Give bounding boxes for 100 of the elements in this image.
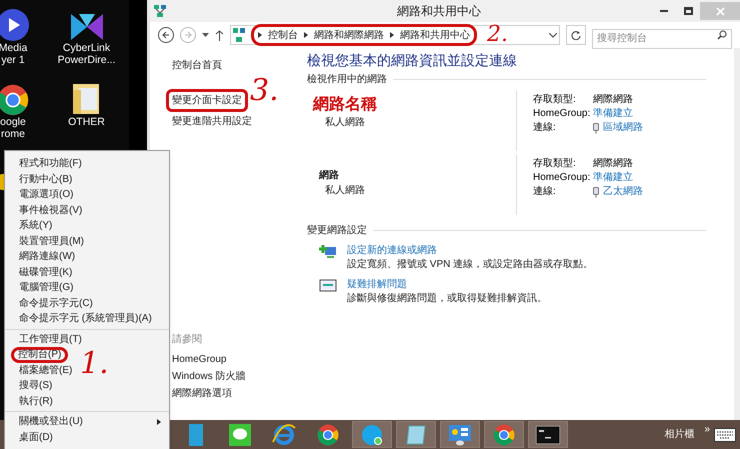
- network-category: 私人網路: [324, 116, 366, 130]
- menu-item[interactable]: 行動中心(B): [19, 172, 72, 187]
- bag-icon: [189, 424, 203, 446]
- field-label: 存取類型:: [533, 93, 577, 107]
- dropdown-icon: [202, 32, 209, 38]
- menu-item[interactable]: 桌面(D): [19, 430, 53, 445]
- network-icon: [233, 28, 245, 42]
- section-label: 檢視作用中的網路: [307, 72, 387, 87]
- menu-item[interactable]: 程式和功能(F): [19, 156, 82, 172]
- handwritten-number: 1.: [80, 349, 109, 379]
- ethernet-icon: [593, 122, 599, 134]
- menu-item[interactable]: 事件檢視器(V): [19, 202, 82, 218]
- field-label: 連線:: [533, 185, 557, 199]
- toolbar-label: 相片櫃: [664, 428, 694, 442]
- network-name: 網路名稱: [313, 95, 378, 115]
- search-field[interactable]: 搜尋控制台: [592, 28, 732, 48]
- network-category: 私人網路: [324, 184, 366, 198]
- field-value: 網際網路: [593, 93, 634, 107]
- menu-item[interactable]: 裝置管理員(M): [19, 234, 84, 249]
- icon-label: rome: [1, 128, 25, 140]
- menu-item[interactable]: 工作管理員(T): [19, 332, 82, 347]
- refresh-icon: [571, 30, 581, 40]
- taskbar-button[interactable]: [528, 421, 568, 448]
- chrome-icon: [0, 84, 29, 116]
- keyboard-icon: [714, 428, 736, 442]
- menu-item[interactable]: 系統(Y): [19, 218, 52, 234]
- sidebar-link[interactable]: HomeGroup: [172, 351, 285, 368]
- network-plus-icon: [319, 244, 337, 260]
- chevron-right-icon: [390, 32, 394, 38]
- forward-arrow-icon: [184, 31, 192, 39]
- menu-item[interactable]: 電源選項(O): [19, 187, 74, 202]
- section-label: 變更網路設定: [307, 224, 367, 238]
- taskbar-button[interactable]: [440, 421, 480, 448]
- menu-item[interactable]: 網路連線(W): [19, 249, 76, 264]
- sidebar-link[interactable]: Windows 防火牆: [172, 368, 285, 385]
- search-icon: [717, 30, 727, 40]
- homegroup-link[interactable]: 準備建立: [593, 171, 706, 185]
- chevron-right-icon: [304, 32, 308, 38]
- menu-item[interactable]: 命令提示字元(C): [19, 296, 93, 311]
- folder-icon: [72, 82, 102, 116]
- field-label: 連線:: [533, 121, 557, 135]
- homegroup-link[interactable]: 準備建立: [593, 107, 706, 121]
- menu-item[interactable]: 搜尋(S): [19, 378, 52, 394]
- back-arrow-icon: [162, 31, 170, 39]
- back-button[interactable]: [158, 27, 174, 43]
- icon-label: oogle: [0, 116, 26, 128]
- menu-item[interactable]: 執行(R): [19, 394, 53, 409]
- notepad-icon: [405, 424, 427, 446]
- field-label: 存取類型:: [533, 157, 577, 171]
- handwritten-number: 2.: [487, 25, 508, 45]
- menu-item[interactable]: 電腦管理(G): [19, 280, 74, 296]
- chat-bubble-icon: [229, 424, 251, 446]
- s-logo-icon: [361, 424, 383, 446]
- task-description: 診斷與修復網路問題，或取得疑難排解資訊。: [347, 292, 547, 306]
- address-bar[interactable]: 控制台 網路和網際網路 網路和共用中心 2.: [230, 25, 560, 45]
- connection-link[interactable]: 區域網路: [603, 121, 643, 135]
- window-title: 網路和共用中心: [396, 3, 482, 20]
- task-link[interactable]: 設定新的連線或網路: [347, 244, 594, 258]
- task-description: 設定寬頻、撥號或 VPN 連線，或設定路由器或存取點。: [347, 258, 594, 272]
- up-arrow-icon: [215, 30, 224, 40]
- dropdown-icon: [549, 32, 557, 38]
- close-icon: [716, 6, 724, 16]
- ethernet-icon: [593, 186, 599, 198]
- connection-link[interactable]: 乙太網路: [603, 185, 643, 199]
- menu-item[interactable]: 控制台(P): [11, 346, 68, 363]
- chrome-icon: [493, 424, 515, 446]
- sidebar-link[interactable]: 控制台首頁: [172, 56, 222, 75]
- chrome-icon: [317, 424, 339, 446]
- field-label: HomeGroup:: [533, 107, 592, 121]
- section-label: 請參閱: [172, 332, 203, 347]
- chevron-right-icon: [258, 32, 262, 38]
- breadcrumb-item[interactable]: 網路和網際網路: [314, 28, 384, 42]
- network-icon: [154, 5, 166, 17]
- icon-label: PowerDire...: [58, 54, 116, 66]
- breadcrumb-item[interactable]: 網路和共用中心: [400, 28, 470, 42]
- sidebar-link[interactable]: 變更介面卡設定: [166, 89, 248, 112]
- refresh-button[interactable]: [566, 25, 586, 45]
- menu-item[interactable]: 檔案總管(E): [19, 362, 72, 378]
- task-link[interactable]: 疑難排解問題: [347, 278, 547, 292]
- film-icon: [68, 12, 104, 42]
- breadcrumb-item[interactable]: 控制台: [268, 28, 298, 42]
- menu-item[interactable]: 磁碟管理(K): [19, 264, 72, 280]
- icon-label: CyberLink: [62, 42, 110, 54]
- field-label: HomeGroup:: [533, 171, 592, 185]
- menu-item[interactable]: 關機或登出(U): [19, 414, 83, 430]
- handwritten-number: 3.: [250, 76, 279, 106]
- sidebar-link[interactable]: 變更進階共用設定: [172, 112, 252, 131]
- network-name: 網路: [318, 168, 340, 183]
- menu-item[interactable]: 命令提示字元 (系統管理員)(A): [19, 311, 152, 326]
- chevron-text[interactable]: »: [704, 422, 710, 437]
- terminal-icon: [536, 426, 560, 444]
- browser-e-icon: [272, 424, 296, 446]
- sidebar-link[interactable]: 網際網路選項: [172, 385, 285, 402]
- icon-label: yer 1: [1, 54, 25, 66]
- play-icon: [0, 8, 30, 42]
- field-value: 網際網路: [593, 157, 634, 171]
- page-heading: 檢視您基本的網路資訊並設定連線: [307, 51, 518, 70]
- icon-label: OTHER: [68, 116, 105, 128]
- control-panel-icon: [448, 424, 472, 446]
- monitor-icon: [319, 278, 337, 294]
